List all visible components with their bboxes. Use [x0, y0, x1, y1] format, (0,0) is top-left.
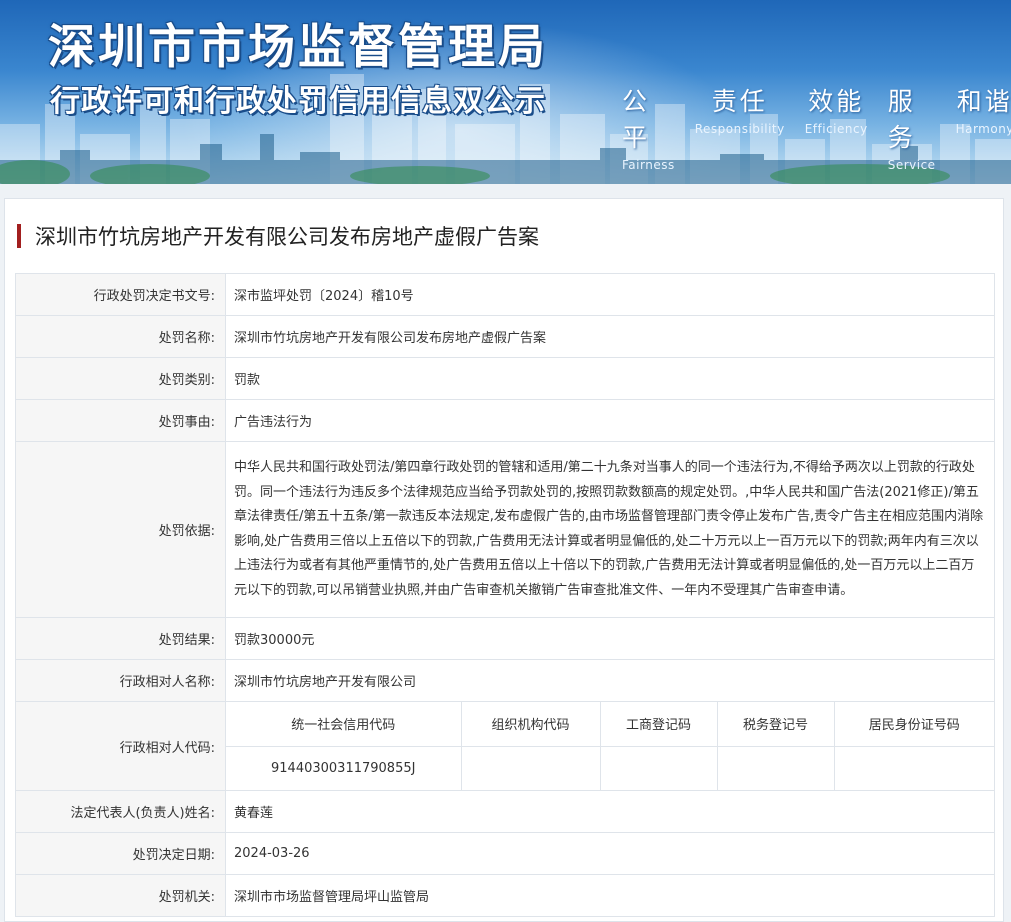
party-code-table: 统一社会信用代码 组织机构代码 工商登记码 税务登记号 居民身份证号码 9144…	[226, 702, 994, 790]
basis-label: 处罚依据:	[15, 441, 226, 618]
penalty-info-table: 行政处罚决定书文号: 深市监坪处罚〔2024〕稽10号 处罚名称: 深圳市竹坑房…	[15, 273, 995, 917]
category-label: 处罚类别:	[15, 357, 226, 400]
code-header: 统一社会信用代码	[226, 702, 462, 747]
slogan-cn: 效能	[808, 87, 865, 116]
slogan-cn: 服务	[887, 87, 916, 152]
slogan-en: Fairness	[622, 158, 675, 172]
slogan-fairness: 公平 Fairness	[622, 82, 675, 172]
row-reason: 处罚事由: 广告违法行为	[15, 399, 995, 442]
row-doc-no: 行政处罚决定书文号: 深市监坪处罚〔2024〕稽10号	[15, 273, 995, 316]
content-panel: 深圳市竹坑房地产开发有限公司发布房地产虚假广告案 行政处罚决定书文号: 深市监坪…	[4, 198, 1004, 922]
slogan-service: 服务 Service	[888, 82, 936, 172]
legal-rep-label: 法定代表人(负责人)姓名:	[15, 790, 226, 833]
tax-reg-value	[716, 745, 835, 790]
code-header: 税务登记号	[716, 702, 835, 747]
row-basis: 处罚依据: 中华人民共和国行政处罚法/第四章行政处罚的管辖和适用/第二十九条对当…	[15, 441, 995, 618]
slogan-harmony: 和谐 Harmony	[956, 82, 1011, 172]
code-header-row: 统一社会信用代码 组织机构代码 工商登记码 税务登记号 居民身份证号码	[226, 702, 994, 747]
code-header: 工商登记码	[599, 702, 718, 747]
party-name-label: 行政相对人名称:	[15, 659, 226, 702]
case-title-text: 深圳市竹坑房地产开发有限公司发布房地产虚假广告案	[35, 225, 539, 249]
banner-slogans: 公平 Fairness 责任 Responsibility 效能 Efficie…	[622, 82, 1011, 172]
slogan-en: Efficiency	[804, 122, 868, 136]
row-party-code: 行政相对人代码: 统一社会信用代码 组织机构代码 工商登记码 税务登记号 居民身…	[15, 701, 995, 791]
slogan-cn: 公平	[622, 87, 651, 152]
id-card-value	[833, 745, 994, 790]
code-header: 居民身份证号码	[833, 702, 994, 747]
doc-no-value: 深市监坪处罚〔2024〕稽10号	[225, 273, 995, 316]
authority-label: 处罚机关:	[15, 874, 226, 917]
slogan-en: Service	[887, 158, 936, 172]
category-value: 罚款	[225, 357, 995, 400]
row-category: 处罚类别: 罚款	[15, 357, 995, 400]
doc-no-label: 行政处罚决定书文号:	[15, 273, 226, 316]
slogan-en: Harmony	[955, 122, 1011, 136]
reason-label: 处罚事由:	[15, 399, 226, 442]
credit-code-value: 91440300311790855J	[226, 745, 462, 790]
code-value-row: 91440300311790855J	[226, 745, 994, 790]
row-party-name: 行政相对人名称: 深圳市竹坑房地产开发有限公司	[15, 659, 995, 702]
result-value: 罚款30000元	[225, 617, 995, 660]
header-banner: 深圳市市场监督管理局 行政许可和行政处罚信用信息双公示 公平 Fairness …	[0, 0, 1011, 184]
name-value: 深圳市竹坑房地产开发有限公司发布房地产虚假广告案	[225, 315, 995, 358]
reason-value: 广告违法行为	[225, 399, 995, 442]
slogan-cn: 和谐	[956, 87, 1011, 116]
slogan-responsibility: 责任 Responsibility	[695, 82, 785, 172]
legal-rep-value: 黄春莲	[225, 790, 995, 833]
slogan-cn: 责任	[711, 87, 768, 116]
name-label: 处罚名称:	[15, 315, 226, 358]
row-name: 处罚名称: 深圳市竹坑房地产开发有限公司发布房地产虚假广告案	[15, 315, 995, 358]
banner-title: 深圳市市场监督管理局	[48, 20, 548, 75]
row-result: 处罚结果: 罚款30000元	[15, 617, 995, 660]
slogan-en: Responsibility	[694, 122, 785, 136]
basis-value: 中华人民共和国行政处罚法/第四章行政处罚的管辖和适用/第二十九条对当事人的同一个…	[225, 441, 995, 618]
party-name-value: 深圳市竹坑房地产开发有限公司	[225, 659, 995, 702]
business-reg-value	[599, 745, 718, 790]
title-accent-bar	[17, 224, 21, 248]
slogan-efficiency: 效能 Efficiency	[805, 82, 868, 172]
row-legal-rep: 法定代表人(负责人)姓名: 黄春莲	[15, 790, 995, 833]
decision-date-value: 2024-03-26	[225, 832, 995, 875]
case-title: 深圳市竹坑房地产开发有限公司发布房地产虚假广告案	[17, 223, 539, 249]
banner-subtitle: 行政许可和行政处罚信用信息双公示	[50, 84, 546, 119]
result-label: 处罚结果:	[15, 617, 226, 660]
decision-date-label: 处罚决定日期:	[15, 832, 226, 875]
row-authority: 处罚机关: 深圳市市场监督管理局坪山监管局	[15, 874, 995, 917]
row-decision-date: 处罚决定日期: 2024-03-26	[15, 832, 995, 875]
authority-value: 深圳市市场监督管理局坪山监管局	[225, 874, 995, 917]
party-code-cell: 统一社会信用代码 组织机构代码 工商登记码 税务登记号 居民身份证号码 9144…	[225, 701, 995, 791]
code-header: 组织机构代码	[460, 702, 601, 747]
org-code-value	[460, 745, 601, 790]
party-code-label: 行政相对人代码:	[15, 701, 226, 791]
